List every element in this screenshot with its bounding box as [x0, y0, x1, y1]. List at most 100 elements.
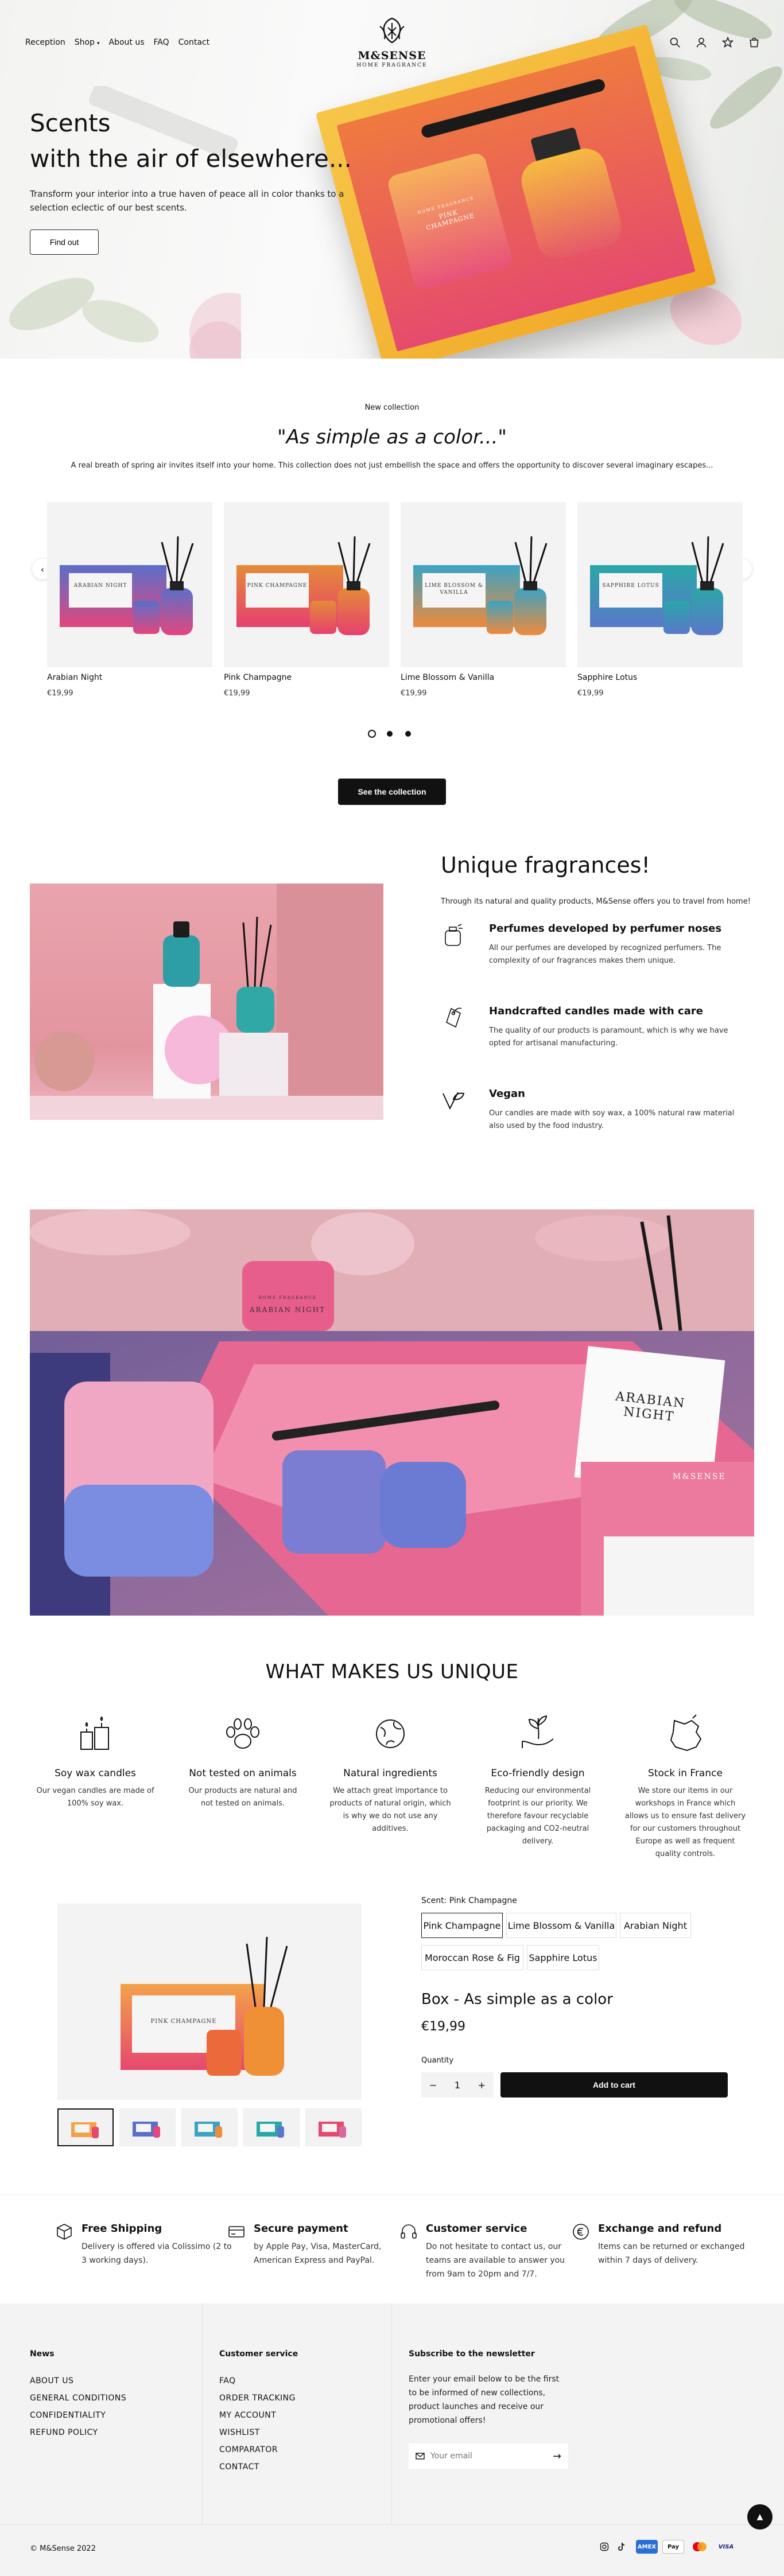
product-card-box-label: SAPPHIRE LOTUS: [602, 583, 659, 589]
carousel-dot-3[interactable]: [405, 731, 411, 737]
nav-contact[interactable]: Contact: [178, 38, 209, 47]
scent-option-moroccan-rose[interactable]: Moroccan Rose & Fig: [421, 1945, 523, 1970]
wishlist-icon[interactable]: [722, 37, 733, 48]
footer-link-refund[interactable]: REFUND POLICY: [30, 2424, 126, 2441]
carousel-dot-1[interactable]: [368, 730, 376, 738]
unique-item-title: Natural ingredients: [343, 1768, 437, 1779]
unique-item-title: Eco-friendly design: [491, 1768, 585, 1779]
product-card-name[interactable]: Lime Blossom & Vanilla: [401, 673, 566, 682]
search-icon[interactable]: [669, 37, 681, 48]
unique-item: Stock in France We store our items in our…: [616, 1713, 754, 1861]
footer-news-column: News ABOUT US GENERAL CONDITIONS CONFIDE…: [30, 2349, 126, 2441]
feature-handcrafted-title: Handcrafted candles made with care: [489, 1005, 703, 1017]
product-card-image[interactable]: SAPPHIRE LOTUS: [577, 502, 743, 667]
unique-item-text: We store our items in our workshops in F…: [624, 1787, 746, 1858]
product-price: €19,99: [421, 2019, 465, 2034]
nav-reception[interactable]: Reception: [25, 38, 65, 47]
footer-link-comparator[interactable]: COMPARATOR: [219, 2441, 298, 2458]
feature-vegan: Vegan Our candles are made with soy wax,…: [441, 1088, 739, 1139]
product-thumbnail[interactable]: [119, 2108, 176, 2146]
footer-link-about[interactable]: ABOUT US: [30, 2372, 126, 2390]
perfume-icon: [445, 924, 463, 946]
apple-pay-icon: Pay: [662, 2540, 684, 2554]
newsletter-submit-arrow-icon[interactable]: →: [553, 2450, 561, 2462]
nav-faq[interactable]: FAQ: [154, 38, 169, 47]
product-card-image[interactable]: ARABIAN NIGHT: [47, 502, 212, 667]
nav-shop[interactable]: Shop ▾: [75, 38, 100, 47]
hero-gift-box-image: HOME FRAGRANCE PINK CHAMPAGNE: [315, 24, 717, 359]
headset-icon: [401, 2224, 417, 2239]
product-thumbnail[interactable]: [181, 2108, 238, 2146]
feature-vegan-text: Our candles are made with soy wax, a 100…: [489, 1109, 735, 1130]
tiktok-icon[interactable]: [617, 2542, 626, 2551]
box-icon: [57, 2224, 72, 2240]
scent-option-sapphire-lotus[interactable]: Sapphire Lotus: [527, 1945, 599, 1970]
product-card-image[interactable]: PINK CHAMPAGNE: [224, 502, 389, 667]
product-card-name[interactable]: Sapphire Lotus: [577, 673, 743, 682]
card-icon: [228, 2226, 244, 2238]
scent-option-pink-champagne[interactable]: Pink Champagne: [421, 1913, 503, 1938]
collection-title: "As simple as a color...": [277, 426, 507, 449]
banner-box-brand: M&SENSE: [673, 1472, 726, 1481]
footer-news-title: News: [30, 2349, 55, 2359]
candles-icon: [80, 1716, 109, 1750]
product-card-name[interactable]: Pink Champagne: [224, 673, 389, 682]
back-to-top-button[interactable]: ▲: [747, 2504, 773, 2530]
scent-option-lime-blossom[interactable]: Lime Blossom & Vanilla: [506, 1913, 616, 1938]
see-collection-button[interactable]: See the collection: [338, 779, 446, 805]
product-card-name[interactable]: Arabian Night: [47, 673, 212, 682]
product-card[interactable]: SAPPHIRE LOTUS Sapphire Lotus €19,99: [577, 502, 743, 698]
product-thumbnail[interactable]: [57, 2108, 114, 2146]
scent-option-arabian-night[interactable]: Arabian Night: [620, 1913, 691, 1938]
unique-item-title: Soy wax candles: [55, 1768, 136, 1779]
payment-icons: AMEX Pay VISA: [636, 2540, 737, 2554]
account-icon[interactable]: [696, 37, 707, 48]
footer-service-title: Customer service: [219, 2349, 298, 2359]
product-card[interactable]: LIME BLOSSOM & VANILLA Lime Blossom & Van…: [401, 502, 566, 698]
footer-link-contact[interactable]: CONTACT: [219, 2458, 298, 2476]
unique-item: Soy wax candles Our vegan candles are mad…: [26, 1713, 164, 1810]
chevron-up-icon: ▲: [756, 2512, 763, 2521]
add-to-cart-button[interactable]: Add to cart: [500, 2072, 728, 2098]
product-card[interactable]: PINK CHAMPAGNE Pink Champagne €19,99: [224, 502, 389, 698]
cart-icon[interactable]: [748, 37, 760, 48]
footer-service-column: Customer service FAQ ORDER TRACKING MY A…: [219, 2349, 298, 2476]
feature-handcrafted-text: The quality of our products is paramount…: [489, 1026, 728, 1048]
quantity-increase-button[interactable]: +: [478, 2080, 486, 2091]
brand-name: M&SENSE: [358, 49, 426, 62]
instagram-icon[interactable]: [600, 2542, 609, 2551]
nav-about-us[interactable]: About us: [108, 38, 144, 47]
newsletter-email-input[interactable]: [430, 2452, 547, 2461]
footer-link-confidentiality[interactable]: CONFIDENTIALITY: [30, 2407, 126, 2424]
brand-emblem-icon: [379, 17, 405, 44]
main-nav: Reception Shop ▾ About us FAQ Contact: [25, 38, 209, 47]
find-out-button[interactable]: Find out: [30, 229, 99, 255]
unique-title: WHAT MAKES US UNIQUE: [265, 1660, 519, 1683]
header-icons: [669, 37, 760, 48]
copyright: © M&Sense 2022: [30, 2544, 96, 2553]
product-thumbnail[interactable]: [243, 2108, 300, 2146]
product-card-image[interactable]: LIME BLOSSOM & VANILLA: [401, 502, 566, 667]
product-thumbnail[interactable]: [305, 2108, 362, 2146]
feature-perfumers-title: Perfumes developed by perfumer noses: [489, 923, 722, 935]
hero-description: Transform your interior into a true have…: [30, 189, 344, 213]
amex-icon: AMEX: [636, 2540, 658, 2554]
product-card[interactable]: ARABIAN NIGHT Arabian Night €19,99: [47, 502, 212, 698]
unique-item-title: Not tested on animals: [189, 1768, 297, 1779]
quantity-decrease-button[interactable]: −: [429, 2080, 437, 2091]
newsletter-text: Enter your email below to be the first t…: [409, 2375, 560, 2425]
site-footer: News ABOUT US GENERAL CONDITIONS CONFIDE…: [0, 2303, 784, 2576]
unique-item: Natural ingredients We attach great impor…: [321, 1713, 459, 1835]
brand-logo[interactable]: M&SENSE HOME FRAGRANCE: [355, 16, 429, 68]
quantity-value[interactable]: 1: [455, 2080, 460, 2091]
footer-link-order-tracking[interactable]: ORDER TRACKING: [219, 2390, 298, 2407]
footer-link-conditions[interactable]: GENERAL CONDITIONS: [30, 2390, 126, 2407]
footer-link-account[interactable]: MY ACCOUNT: [219, 2407, 298, 2424]
footer-link-faq[interactable]: FAQ: [219, 2372, 298, 2390]
carousel-dot-2[interactable]: [387, 731, 393, 737]
feature-perfumers: Perfumes developed by perfumer noses All…: [441, 923, 739, 974]
footer-link-wishlist[interactable]: WISHLIST: [219, 2424, 298, 2441]
plant-hand-icon: [522, 1715, 554, 1748]
product-card-box-label: PINK CHAMPAGNE: [247, 583, 308, 589]
brand-tagline: HOME FRAGRANCE: [356, 63, 428, 68]
